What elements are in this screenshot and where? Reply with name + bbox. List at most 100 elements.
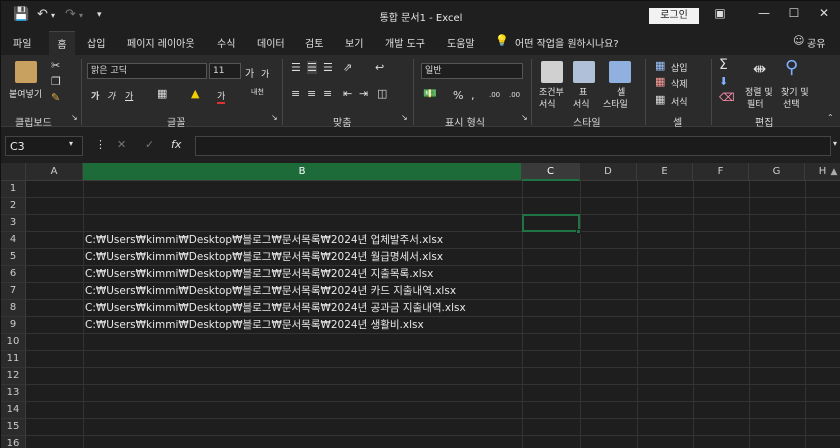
row-header[interactable]: 15 [1,419,26,436]
format-cells-icon[interactable]: ▦ [655,93,665,106]
format-as-table-icon[interactable] [573,61,595,83]
row-header[interactable]: 2 [1,198,26,215]
login-button[interactable]: 로그인 [649,8,699,24]
name-box-dropdown-icon[interactable]: ▾ [69,139,73,148]
cut-icon[interactable]: ✂ [51,59,60,72]
format-painter-icon[interactable]: ✎ [51,91,60,104]
column-header-b[interactable]: B [83,163,522,181]
decrease-indent-icon[interactable]: ⇤ [343,87,352,100]
cell-b5[interactable]: C:₩Users₩kimmi₩Desktop₩블로그₩문서목록₩2024년 월급… [85,249,443,266]
column-header-a[interactable]: A [26,163,83,181]
cell-styles-label2[interactable]: 스타일 [603,97,628,110]
row-header[interactable]: 11 [1,351,26,368]
tab-formulas[interactable]: 수식 [217,35,235,50]
font-color-button[interactable]: 가 [217,89,226,104]
decrease-decimal-button[interactable]: .00 [509,91,520,99]
scroll-up-icon[interactable]: ▲ [827,163,840,181]
cell-b7[interactable]: C:₩Users₩kimmi₩Desktop₩블로그₩문서목록₩2024년 카드… [85,283,456,300]
expand-formula-icon[interactable]: ▾ [833,139,837,148]
number-launcher-icon[interactable]: ↘ [521,113,528,122]
delete-cells-icon[interactable]: ▦ [655,75,665,88]
worksheet-grid[interactable]: A B C D E F G H ▲ 1 2 3 4 5 6 7 8 9 10 1… [1,163,840,448]
fill-icon[interactable]: ⬇ [719,75,728,88]
increase-indent-icon[interactable]: ⇥ [359,87,368,100]
font-size-select[interactable]: 11 [209,63,241,79]
number-format-select[interactable]: 일반 [421,63,523,79]
paste-button[interactable]: 붙여넣기 [9,87,42,100]
cell-b6[interactable]: C:₩Users₩kimmi₩Desktop₩블로그₩문서목록₩2024년 지출… [85,266,433,283]
accounting-format-icon[interactable]: 💵 [423,87,437,100]
column-header-c[interactable]: C [522,163,580,181]
font-name-select[interactable]: 맑은 고딕 [87,63,207,79]
column-header-g[interactable]: G [749,163,805,181]
align-right-icon[interactable]: ≡ [323,87,332,100]
cell-b9[interactable]: C:₩Users₩kimmi₩Desktop₩블로그₩문서목록₩2024년 생활… [85,317,424,334]
cell-styles-icon[interactable] [609,61,631,83]
column-header-d[interactable]: D [580,163,637,181]
cell-b8[interactable]: C:₩Users₩kimmi₩Desktop₩블로그₩문서목록₩2024년 공과… [85,300,466,317]
align-left-icon[interactable]: ≡ [291,87,300,100]
italic-button[interactable]: 가 [107,89,115,102]
column-header-f[interactable]: F [693,163,749,181]
phonetic-button[interactable]: 내천 [251,87,264,97]
row-header[interactable]: 14 [1,402,26,419]
sort-filter-label2[interactable]: 필터 [747,97,764,110]
tab-data[interactable]: 데이터 [257,35,285,50]
tell-me-search[interactable]: 어떤 작업을 원하시나요? [515,35,619,50]
find-select-label2[interactable]: 선택 [783,97,800,110]
sort-filter-icon[interactable]: ⇼ [753,59,766,78]
column-header-e[interactable]: E [637,163,693,181]
row-header[interactable]: 16 [1,436,26,448]
clipboard-launcher-icon[interactable]: ↘ [71,113,78,122]
maximize-icon[interactable]: ☐ [783,6,805,24]
tab-home[interactable]: 홈 [49,31,75,55]
tab-view[interactable]: 보기 [345,35,363,50]
autosum-button[interactable]: Σ [719,57,728,73]
underline-button[interactable]: 가 [125,89,133,102]
grow-font-button[interactable]: 가 [245,65,254,80]
formula-input[interactable] [195,136,831,156]
cell-b4[interactable]: C:₩Users₩kimmi₩Desktop₩블로그₩문서목록₩2024년 업체… [85,232,443,249]
align-middle-icon[interactable]: ☰ [307,61,317,74]
check-icon[interactable]: ✓ [145,138,154,151]
font-launcher-icon[interactable]: ↘ [271,113,278,122]
tab-insert[interactable]: 삽입 [87,35,105,50]
conditional-format-icon[interactable] [541,61,563,83]
row-header[interactable]: 4 [1,232,26,249]
fill-color-icon[interactable]: ▲ [191,87,199,100]
comma-button[interactable]: , [471,89,475,102]
orientation-icon[interactable]: ⇗ [343,61,352,74]
conditional-format-label2[interactable]: 서식 [539,97,556,110]
tab-review[interactable]: 검토 [305,35,323,50]
clear-icon[interactable]: ⌫ [719,91,735,104]
minimize-icon[interactable]: — [753,6,775,24]
select-all-button[interactable] [1,163,26,181]
delete-cells-button[interactable]: 삭제 [671,77,688,90]
format-cells-button[interactable]: 서식 [671,95,688,108]
fill-handle[interactable] [576,229,581,234]
insert-cells-button[interactable]: 삽입 [671,61,688,74]
align-top-icon[interactable]: ☰ [291,61,301,74]
format-as-table-label2[interactable]: 서식 [573,97,590,110]
close-icon[interactable]: ✕ [813,6,835,24]
tab-help[interactable]: 도움말 [447,35,475,50]
share-button[interactable]: 공유 [807,35,825,50]
increase-decimal-button[interactable]: .00 [489,91,500,99]
shrink-font-button[interactable]: 가 [261,67,269,80]
merge-center-icon[interactable]: ◫ [377,87,387,100]
borders-icon[interactable]: ▦ [157,87,167,100]
cancel-icon[interactable]: ✕ [117,138,126,151]
row-header[interactable]: 9 [1,317,26,334]
align-bottom-icon[interactable]: ☰ [323,61,333,74]
active-cell-c3[interactable] [522,214,580,232]
paste-icon[interactable] [15,61,37,83]
row-header[interactable]: 1 [1,181,26,198]
row-header[interactable]: 5 [1,249,26,266]
row-header[interactable]: 12 [1,368,26,385]
tab-file[interactable]: 파일 [13,35,31,50]
row-header[interactable]: 10 [1,334,26,351]
tab-developer[interactable]: 개발 도구 [385,35,425,50]
align-center-icon[interactable]: ≡ [307,87,316,100]
row-header[interactable]: 13 [1,385,26,402]
row-header[interactable]: 3 [1,215,26,232]
